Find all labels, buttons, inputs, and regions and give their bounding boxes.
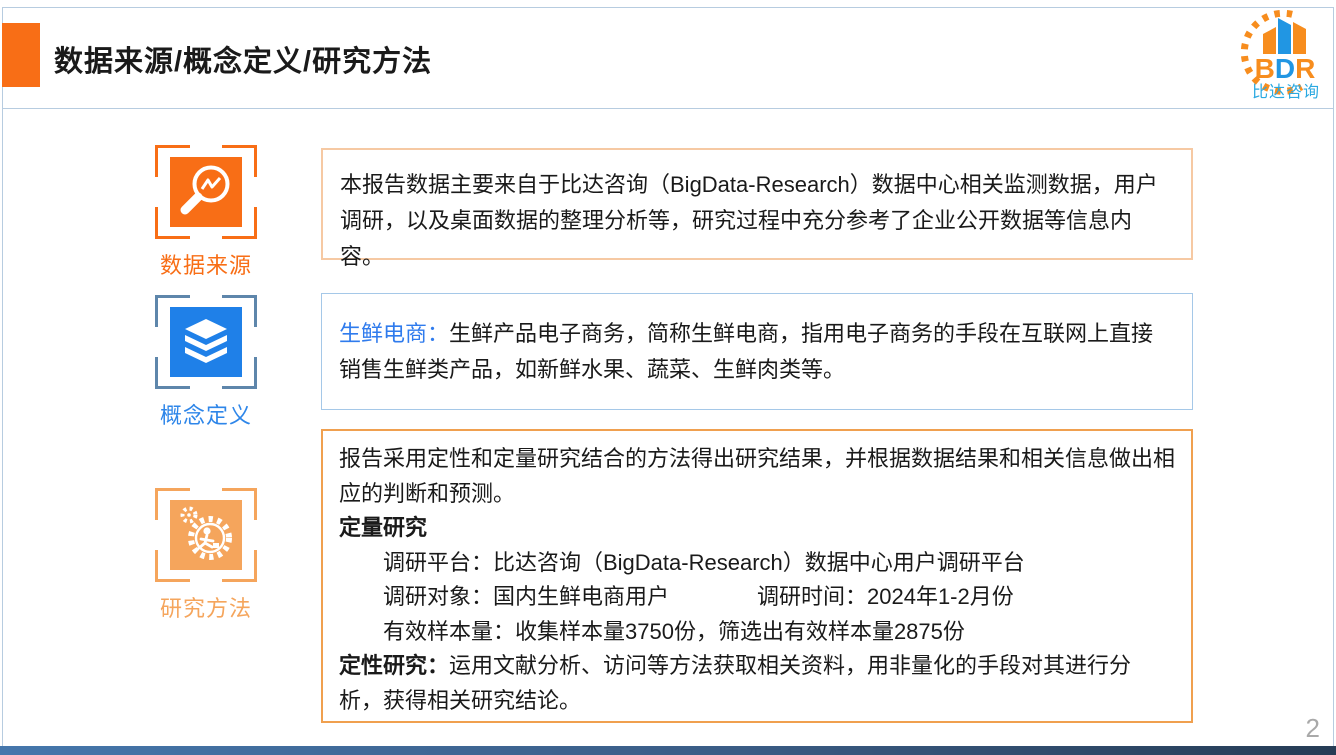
bracket-frame-blue xyxy=(155,295,257,389)
method-qual-heading: 定性研究： xyxy=(339,653,450,678)
logo-pennant-orange-left xyxy=(1263,27,1276,54)
method-quant-heading: 定量研究 xyxy=(339,515,428,540)
section-label-data-source: 数据来源 xyxy=(159,253,252,278)
method-intro: 报告采用定性和定量研究结合的方法得出研究结果，并根据数据结果和相关信息做出相应的… xyxy=(339,446,1176,506)
bdr-logo-icon: BDR 比达咨询 xyxy=(1240,9,1320,101)
definition-text: 生鲜产品电子商务，简称生鲜电商，指用电子商务的手段在互联网上直接销售生鲜类产品，… xyxy=(339,321,1154,382)
definition-term: 生鲜电商： xyxy=(339,321,450,346)
method-qual-line: 定性研究：运用文献分析、访问等方法获取相关资料，用非量化的手段对其进行分析，获得… xyxy=(339,649,1175,718)
section-definition: 概念定义 xyxy=(152,295,260,430)
page-number: 2 xyxy=(1305,713,1320,743)
method-quant-subject-time: 调研对象：国内生鲜电商用户 调研时间：2024年1-2月份 xyxy=(383,584,1014,609)
method-quant-platform: 调研平台：比达咨询（BigData-Research）数据中心用户调研平台 xyxy=(383,549,1025,575)
logo-bdr-text: BDR xyxy=(1255,53,1316,84)
method-box: 报告采用定性和定量研究结合的方法得出研究结果，并根据数据结果和相关信息做出相应的… xyxy=(321,429,1193,723)
slide: 数据来源/概念定义/研究方法 BDR 比达咨询 数据来源 概念定义 研究方法 本… xyxy=(0,0,1336,755)
method-qual-text: 运用文献分析、访问等方法获取相关资料，用非量化的手段对其进行分析，获得相关研究结… xyxy=(339,653,1132,713)
bdr-logo: BDR 比达咨询 xyxy=(1234,6,1326,104)
logo-pennant-blue xyxy=(1278,18,1291,54)
definition-box: 生鲜电商：生鲜产品电子商务，简称生鲜电商，指用电子商务的手段在互联网上直接销售生… xyxy=(321,293,1193,410)
data-source-text: 本报告数据主要来自于比达咨询（BigData-Research）数据中心相关监测… xyxy=(340,172,1158,269)
gears-person-icon xyxy=(170,500,242,570)
bracket-frame-orange xyxy=(155,145,257,239)
method-quant-sample: 有效样本量：收集样本量3750份，筛选出有效样本量2875份 xyxy=(383,618,965,644)
title-accent-block xyxy=(2,23,40,87)
section-method: 研究方法 xyxy=(152,488,260,623)
header-divider xyxy=(2,108,1334,109)
section-data-source: 数据来源 xyxy=(152,145,260,280)
logo-caption: 比达咨询 xyxy=(1252,83,1320,101)
layers-stack-icon xyxy=(170,307,242,377)
magnifier-chart-icon xyxy=(170,157,242,227)
section-label-method: 研究方法 xyxy=(159,596,252,621)
logo-pennant-orange-right xyxy=(1293,22,1306,54)
page-title: 数据来源/概念定义/研究方法 xyxy=(54,46,433,78)
section-label-definition: 概念定义 xyxy=(159,403,252,428)
data-source-box: 本报告数据主要来自于比达咨询（BigData-Research）数据中心相关监测… xyxy=(321,148,1193,269)
footer-bar xyxy=(0,746,1336,755)
bracket-frame-soft-orange xyxy=(155,488,257,582)
